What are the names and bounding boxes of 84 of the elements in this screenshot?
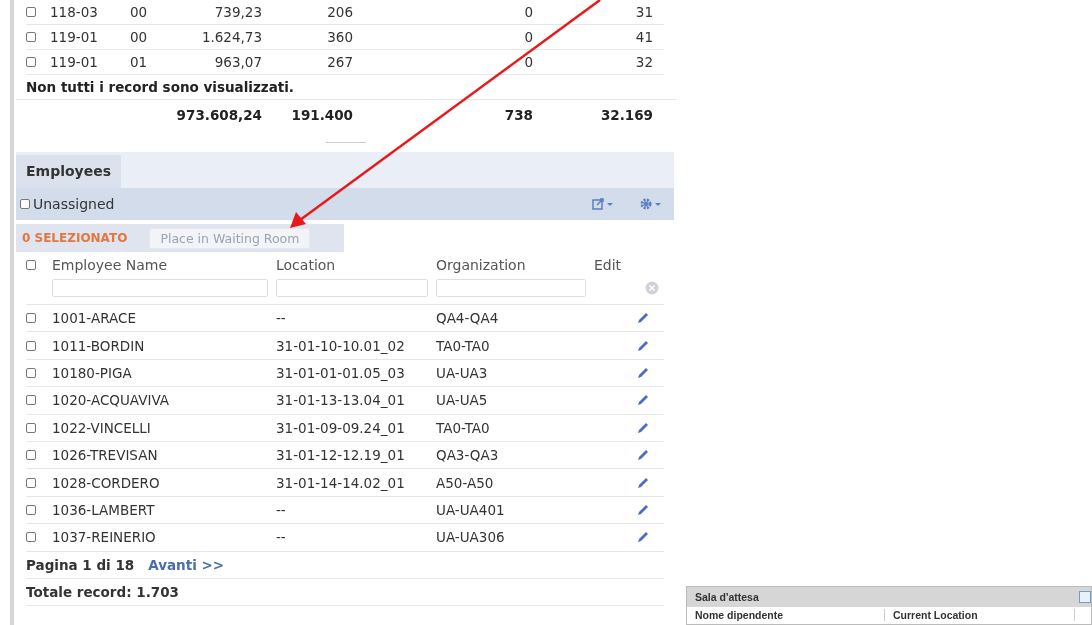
table-cell-text: UA-UA5 (436, 392, 489, 409)
table-cell-text: A50-A50 (436, 474, 495, 491)
table-cell-text: -- (276, 310, 287, 327)
tab[interactable]: Employees (16, 155, 122, 188)
table-cell-text: -- (276, 501, 287, 518)
table-cell-text: 31-01-14-14.02_01 (276, 474, 406, 491)
filter-field[interactable] (276, 279, 428, 297)
table-cell-text: 31 (634, 4, 653, 20)
table-cell-text: 1011-BORDIN (52, 337, 146, 354)
table-cell-text: 1.624,73 (200, 29, 262, 45)
checkbox[interactable] (26, 367, 36, 378)
column-header[interactable]: Edit (594, 257, 634, 273)
table-cell-text: 267 (326, 54, 353, 70)
table-cell-text: -- (276, 529, 287, 546)
table-cell-text: TA0-TA0 (436, 337, 491, 354)
table-cell-text: UA-UA306 (436, 529, 506, 546)
column-header[interactable]: Employee Name (52, 257, 276, 273)
table-cell-text: 31-01-09-09.24_01 (276, 419, 406, 436)
filter-field[interactable] (436, 279, 586, 297)
table-cell-text: 31-01-10-10.01_02 (276, 337, 406, 354)
table-cell-text: QA4-QA4 (436, 310, 500, 327)
table-cell-text: 01 (130, 54, 149, 70)
checkbox[interactable] (26, 340, 36, 351)
table-cell-text: 119-01 (50, 54, 99, 70)
panel-title: Sala d'attesa (695, 591, 759, 603)
table-cell-text: 739,23 (213, 4, 262, 20)
checkbox[interactable] (26, 450, 36, 461)
column-header[interactable]: Location (276, 257, 436, 273)
table-cell-text: UA-UA401 (436, 501, 506, 518)
total-cell-text: 191.400 (290, 107, 353, 123)
checkbox[interactable] (26, 57, 36, 67)
table-cell-text: 0 (523, 29, 533, 45)
table-cell-text: TA0-TA0 (436, 419, 491, 436)
total-records: Totale record: 1.703 (26, 578, 664, 606)
table-cell-text: 1022-VINCELLI (52, 419, 152, 436)
table-cell-text: 0 (523, 4, 533, 20)
export-dropdown-icon[interactable] (592, 197, 616, 211)
column-header[interactable]: Nome dipendente (687, 609, 885, 621)
table-cell-text: UA-UA3 (436, 364, 489, 381)
table-cell-text: 0 (523, 54, 533, 70)
table-cell-text: 41 (634, 29, 653, 45)
table-cell-text: 1028-CORDERO (52, 474, 161, 491)
checkbox[interactable] (26, 504, 36, 515)
table-cell-text: 1036-LAMBERT (52, 501, 156, 518)
checkbox[interactable] (26, 7, 36, 17)
table-cell-text: 31-01-12-12.19_01 (276, 447, 406, 464)
checkbox[interactable] (26, 422, 36, 433)
selection-count: 0 SELEZIONATO (22, 231, 128, 245)
table-cell-text: 1020-ACQUAVIVA (52, 392, 171, 409)
checkbox[interactable] (26, 532, 36, 543)
table-cell-text: 119-01 (50, 29, 99, 45)
table-cell-text: 00 (130, 4, 149, 20)
table-cell-text: 32 (634, 54, 653, 70)
column-header[interactable]: Current Location (885, 609, 1075, 621)
table-cell-text: QA3-QA3 (436, 447, 500, 464)
collapse-button[interactable] (1079, 591, 1091, 603)
table-cell-text: 1026-TREVISAN (52, 447, 159, 464)
checkbox[interactable] (26, 313, 36, 324)
table-cell-text: 1037-REINERIO (52, 529, 157, 546)
checkbox[interactable] (26, 260, 36, 270)
checkbox[interactable] (26, 32, 36, 42)
total-cell-text: 973.608,24 (175, 107, 262, 123)
table-cell-text: 206 (326, 4, 353, 20)
notice-text: Non tutti i record sono visualizzati. (16, 75, 676, 100)
checkbox[interactable] (20, 199, 30, 209)
settings-dropdown-icon[interactable] (640, 197, 664, 211)
total-cell-text: 32.169 (599, 107, 653, 123)
next-page-link[interactable]: Avanti >> (148, 556, 225, 573)
table-cell-text: 31-01-01-01.05_03 (276, 364, 406, 381)
table-cell-text: 118-03 (50, 4, 99, 20)
checkbox[interactable] (26, 477, 36, 488)
column-header[interactable]: Organization (436, 257, 594, 273)
table-cell-text: 360 (326, 29, 353, 45)
table-cell-text: 10180-PIGA (52, 364, 133, 381)
table-cell-text: 31-01-13-13.04_01 (276, 392, 406, 409)
table-cell-text: 00 (130, 29, 149, 45)
splitter-handle[interactable] (326, 142, 366, 146)
page-indicator: Pagina 1 di 18 (26, 556, 135, 573)
total-cell-text: 738 (503, 107, 533, 123)
filter-field[interactable] (52, 279, 268, 297)
table-cell-text: 963,07 (213, 54, 262, 70)
table-cell-text: 1001-ARACE (52, 310, 137, 327)
checkbox[interactable] (26, 395, 36, 406)
checkbox-label: Unassigned (33, 196, 115, 212)
